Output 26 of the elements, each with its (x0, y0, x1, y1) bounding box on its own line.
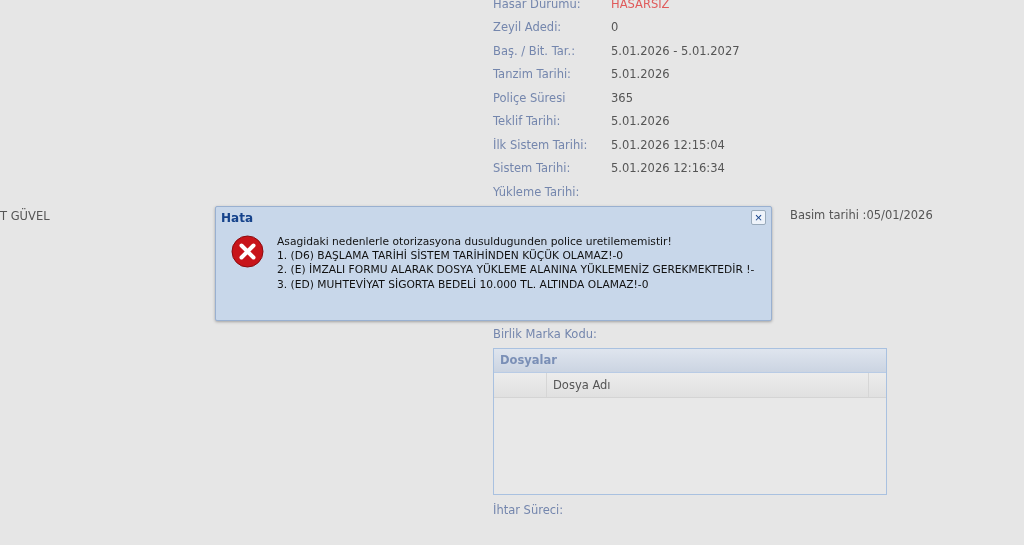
field-value: 0 (611, 20, 619, 35)
field-label: Baş. / Bit. Tar.: (493, 43, 577, 58)
grid-title: Dosyalar (500, 353, 557, 367)
field-label: Teklif Tarihi: (493, 114, 562, 129)
field-label: Sistem Tarihi: (493, 161, 572, 176)
field-value: 5.01.2026 12:16:34 (611, 161, 725, 176)
close-button[interactable]: × (751, 210, 766, 225)
field-label: İlk Sistem Tarihi: (493, 137, 589, 152)
field-value: 5.01.2026 12:15:04 (611, 137, 725, 152)
field-value: 5.01.2026 - 5.01.2027 (611, 43, 740, 58)
field-value: 365 (611, 90, 633, 105)
field-value: HASARSIZ (611, 0, 670, 11)
field-label: Hasar Durumu: (493, 0, 582, 11)
field-label: Poliçe Süresi (493, 90, 567, 105)
field-value: 5.01.2026 (611, 67, 670, 82)
dialog-title: Hata (221, 211, 253, 225)
field-value: 5.01.2026 (611, 114, 670, 129)
name-text: T GÜVEL (0, 209, 50, 223)
error-icon (231, 235, 264, 268)
field-label: Birlik Marka Kodu: (493, 326, 597, 341)
error-message: Asagidaki nedenlerle otorizasyona dusuldugunden police uretilememistir! 1. (D6) BAŞLAMA TARİHİ SİSTEM TARİHİNDEN KÜÇÜK OLAMAZ!-0 2. (E) İMZALI FORMU ALARAK DOSYA YÜKLEME ALANINA YÜKLEMENİZ GEREKMEKTEDİR !- 3. (ED) MUHTEVİYAT SİGORTA BEDELİ 10.000 TL. ALTINDA OLAMAZ!-0 (277, 235, 755, 292)
field-label: Tanzim Tarihi: (493, 67, 572, 82)
print-date-text: Basim tarihi :05/01/2026 (790, 208, 933, 223)
field-label: Zeyil Adedi: (493, 20, 563, 35)
field-label: Yükleme Tarihi: (493, 184, 581, 199)
field-label: İhtar Süreci: (493, 503, 564, 518)
